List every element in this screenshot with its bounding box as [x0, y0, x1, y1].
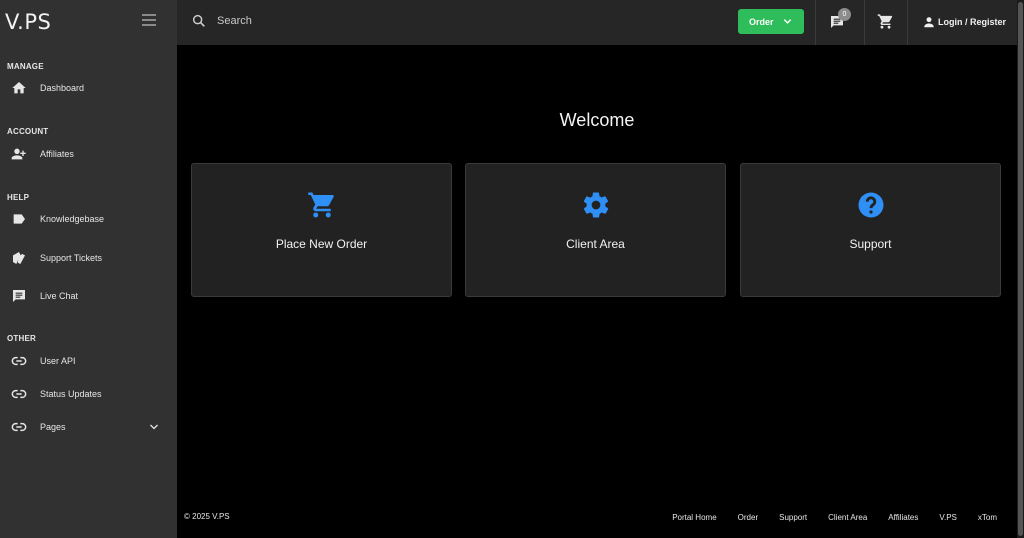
page-title: Welcome — [559, 110, 635, 130]
sidebar-item-user-api[interactable]: User API — [0, 350, 177, 372]
sidebar-item-label: Live Chat — [40, 291, 79, 301]
sidebar-item-label: Status Updates — [40, 389, 102, 399]
sidebar-item-live-chat[interactable]: Live Chat — [0, 285, 177, 307]
login-register-link[interactable]: Login / Register — [922, 15, 1006, 29]
section-label-other: OTHER — [7, 334, 36, 343]
login-register-label: Login / Register — [938, 17, 1007, 27]
divider — [907, 0, 908, 45]
divider — [864, 0, 865, 45]
sidebar-item-dashboard[interactable]: Dashboard — [0, 77, 177, 99]
sidebar-item-label: Dashboard — [40, 83, 85, 93]
card-client-area[interactable]: Client Area — [465, 163, 726, 297]
sidebar-item-label: Knowledgebase — [40, 214, 105, 224]
menu-toggle-icon[interactable] — [142, 14, 156, 26]
card-label: Client Area — [566, 237, 625, 251]
users-add-icon — [11, 148, 26, 160]
sidebar-item-status-updates[interactable]: Status Updates — [0, 383, 177, 405]
cart-icon[interactable] — [877, 13, 894, 30]
card-label: Support — [849, 237, 892, 251]
card-support[interactable]: Support — [740, 163, 1001, 297]
chevron-down-icon — [783, 19, 792, 24]
scrollbar-thumb[interactable] — [1018, 2, 1023, 536]
gear-icon — [583, 192, 609, 218]
search-icon[interactable] — [191, 13, 207, 29]
messages-badge: 0 — [838, 8, 851, 21]
chevron-down-icon[interactable] — [148, 421, 160, 433]
cart-icon — [308, 192, 334, 218]
label-icon — [13, 214, 25, 224]
sidebar-item-support-tickets[interactable]: Support Tickets — [0, 247, 177, 269]
footer-link-order[interactable]: Order — [738, 513, 758, 522]
footer-link-affiliates[interactable]: Affiliates — [888, 513, 918, 522]
footer-link-support[interactable]: Support — [779, 513, 807, 522]
search-input[interactable] — [217, 10, 517, 32]
ticket-icon — [13, 252, 25, 264]
link-icon — [11, 389, 27, 399]
order-button-label: Order — [749, 16, 774, 27]
home-icon — [12, 82, 26, 94]
section-label-manage: MANAGE — [7, 62, 44, 71]
footer-link-portal-home[interactable]: Portal Home — [672, 513, 716, 522]
link-icon — [11, 356, 27, 366]
sidebar-item-label: Pages — [40, 422, 66, 432]
sidebar-item-label: Support Tickets — [40, 253, 103, 263]
sidebar-item-label: User API — [40, 356, 76, 366]
sidebar-item-pages[interactable]: Pages — [0, 416, 177, 438]
topbar: Order 0 Login / Register — [177, 0, 1017, 45]
footer-link-vps[interactable]: V.PS — [939, 513, 957, 522]
order-button[interactable]: Order — [738, 9, 804, 34]
help-circle-icon — [858, 192, 884, 218]
brand-logo[interactable]: V.PS — [5, 10, 51, 34]
footer-links: Portal Home Order Support Client Area Af… — [651, 513, 997, 522]
section-label-help: HELP — [7, 193, 30, 202]
sidebar-item-knowledgebase[interactable]: Knowledgebase — [0, 208, 177, 230]
user-icon — [924, 17, 934, 28]
footer-link-client-area[interactable]: Client Area — [828, 513, 867, 522]
sidebar-item-label: Affiliates — [40, 149, 74, 159]
card-label: Place New Order — [275, 237, 368, 251]
card-place-new-order[interactable]: Place New Order — [191, 163, 452, 297]
footer-link-xtom[interactable]: xTom — [978, 513, 997, 522]
chat-icon — [13, 290, 25, 302]
section-label-account: ACCOUNT — [7, 127, 49, 136]
scrollbar[interactable] — [1017, 0, 1024, 538]
copyright: © 2025 V.PS — [184, 512, 230, 521]
sidebar-item-affiliates[interactable]: Affiliates — [0, 143, 177, 165]
sidebar: V.PS MANAGE Dashboard ACCOUNT Affiliates… — [0, 0, 177, 538]
link-icon — [11, 422, 27, 432]
divider — [815, 0, 816, 45]
